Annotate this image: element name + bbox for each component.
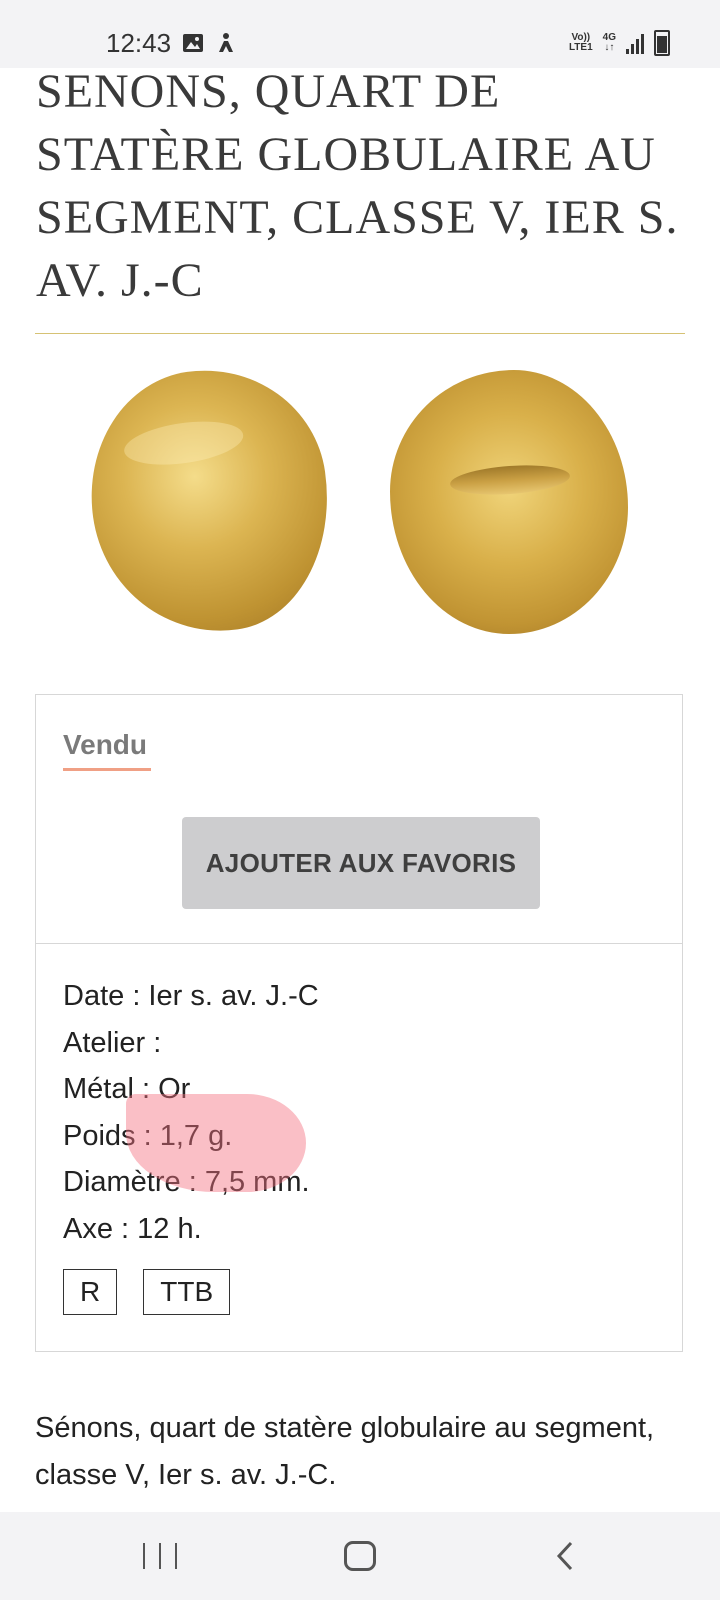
volte-bottom: LTE1 — [568, 42, 593, 53]
status-notification-icons — [182, 32, 236, 54]
gallery-icon — [183, 34, 203, 52]
status-system-icons: Vo)) LTE1 4G ↓↑ — [569, 30, 670, 56]
spec-axis: Axe : 12 h. — [63, 1212, 202, 1245]
spec-date: Date : Ier s. av. J.-C — [63, 980, 319, 1012]
data-bottom: ↓↑ — [604, 42, 615, 53]
rarity-badge: R — [63, 1269, 118, 1315]
card-divider — [36, 943, 682, 944]
accessibility-icon — [219, 33, 233, 52]
condition-badge: TTB — [143, 1269, 231, 1315]
volte-icon: Vo)) LTE1 — [569, 33, 593, 53]
product-info-card: Vendu AJOUTER AUX FAVORIS Date : Ier s. … — [35, 694, 683, 1352]
product-description: Sénons, quart de statère globulaire au s… — [35, 1412, 655, 1491]
signal-icon — [626, 32, 644, 54]
coin-obverse-image[interactable] — [74, 354, 346, 648]
home-icon[interactable] — [340, 1532, 380, 1580]
spec-workshop: Atelier : — [63, 1026, 162, 1059]
title-divider — [35, 333, 685, 334]
back-icon[interactable] — [545, 1532, 585, 1580]
coin-reverse-image[interactable] — [390, 370, 628, 634]
sold-label: Vendu — [63, 729, 148, 760]
add-to-favorites-button[interactable]: AJOUTER AUX FAVORIS — [182, 817, 540, 909]
navigation-bar — [0, 1512, 720, 1600]
recents-icon[interactable] — [140, 1532, 180, 1580]
battery-icon — [654, 30, 670, 56]
grade-badges: R TTB — [63, 1269, 231, 1315]
status-bar: 12:43 Vo)) LTE1 4G ↓↑ — [0, 0, 720, 68]
sold-underline — [63, 768, 151, 771]
status-time: 12:43 — [106, 28, 172, 58]
page-title: SENONS, QUART DE STATÈRE GLOBULAIRE AU S… — [36, 65, 679, 307]
mobile-data-icon: 4G ↓↑ — [603, 33, 616, 53]
